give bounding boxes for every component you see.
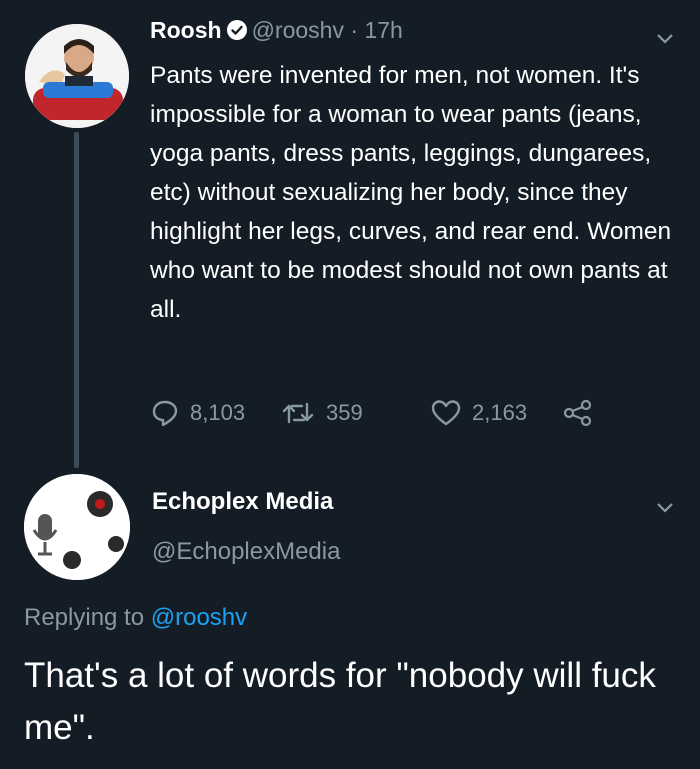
retweet-icon [282, 402, 314, 424]
like-icon [431, 400, 461, 426]
retweet-button[interactable]: 359 [280, 396, 363, 430]
share-icon [563, 399, 592, 427]
author-name[interactable]: Echoplex Media [152, 488, 333, 516]
like-button[interactable]: 2,163 [430, 396, 527, 430]
verified-icon [226, 20, 247, 40]
reply-button[interactable]: 8,103 [150, 396, 245, 430]
replying-to-handle[interactable]: @rooshv [151, 604, 247, 631]
thread-line [74, 132, 79, 468]
avatar-roosh[interactable] [25, 24, 129, 128]
retweet-count: 359 [326, 400, 363, 425]
reply-icon [152, 400, 178, 427]
tweet1-header: Roosh @rooshv · 17h [150, 17, 403, 44]
author-handle[interactable]: @rooshv [252, 17, 344, 43]
replying-to: Replying to @rooshv [24, 604, 247, 632]
tweet1-text: Pants were invented for men, not women. … [150, 62, 672, 323]
dot-separator: · [350, 17, 359, 43]
author-name[interactable]: Roosh [150, 17, 222, 43]
chevron-down-icon[interactable] [656, 502, 674, 514]
reply-count: 8,103 [190, 400, 246, 425]
avatar-echoplex[interactable] [24, 474, 130, 580]
like-count: 2,163 [472, 400, 528, 425]
replying-to-label: Replying to [24, 604, 145, 631]
tweet1-actions: 8,103 359 2,163 [150, 396, 650, 430]
share-button[interactable] [562, 396, 604, 430]
tweet-time[interactable]: 17h [364, 17, 402, 43]
chevron-down-icon[interactable] [656, 33, 674, 45]
author-handle[interactable]: @EchoplexMedia [152, 538, 340, 566]
tweet2-text: That's a lot of words for "nobody will f… [24, 656, 656, 747]
